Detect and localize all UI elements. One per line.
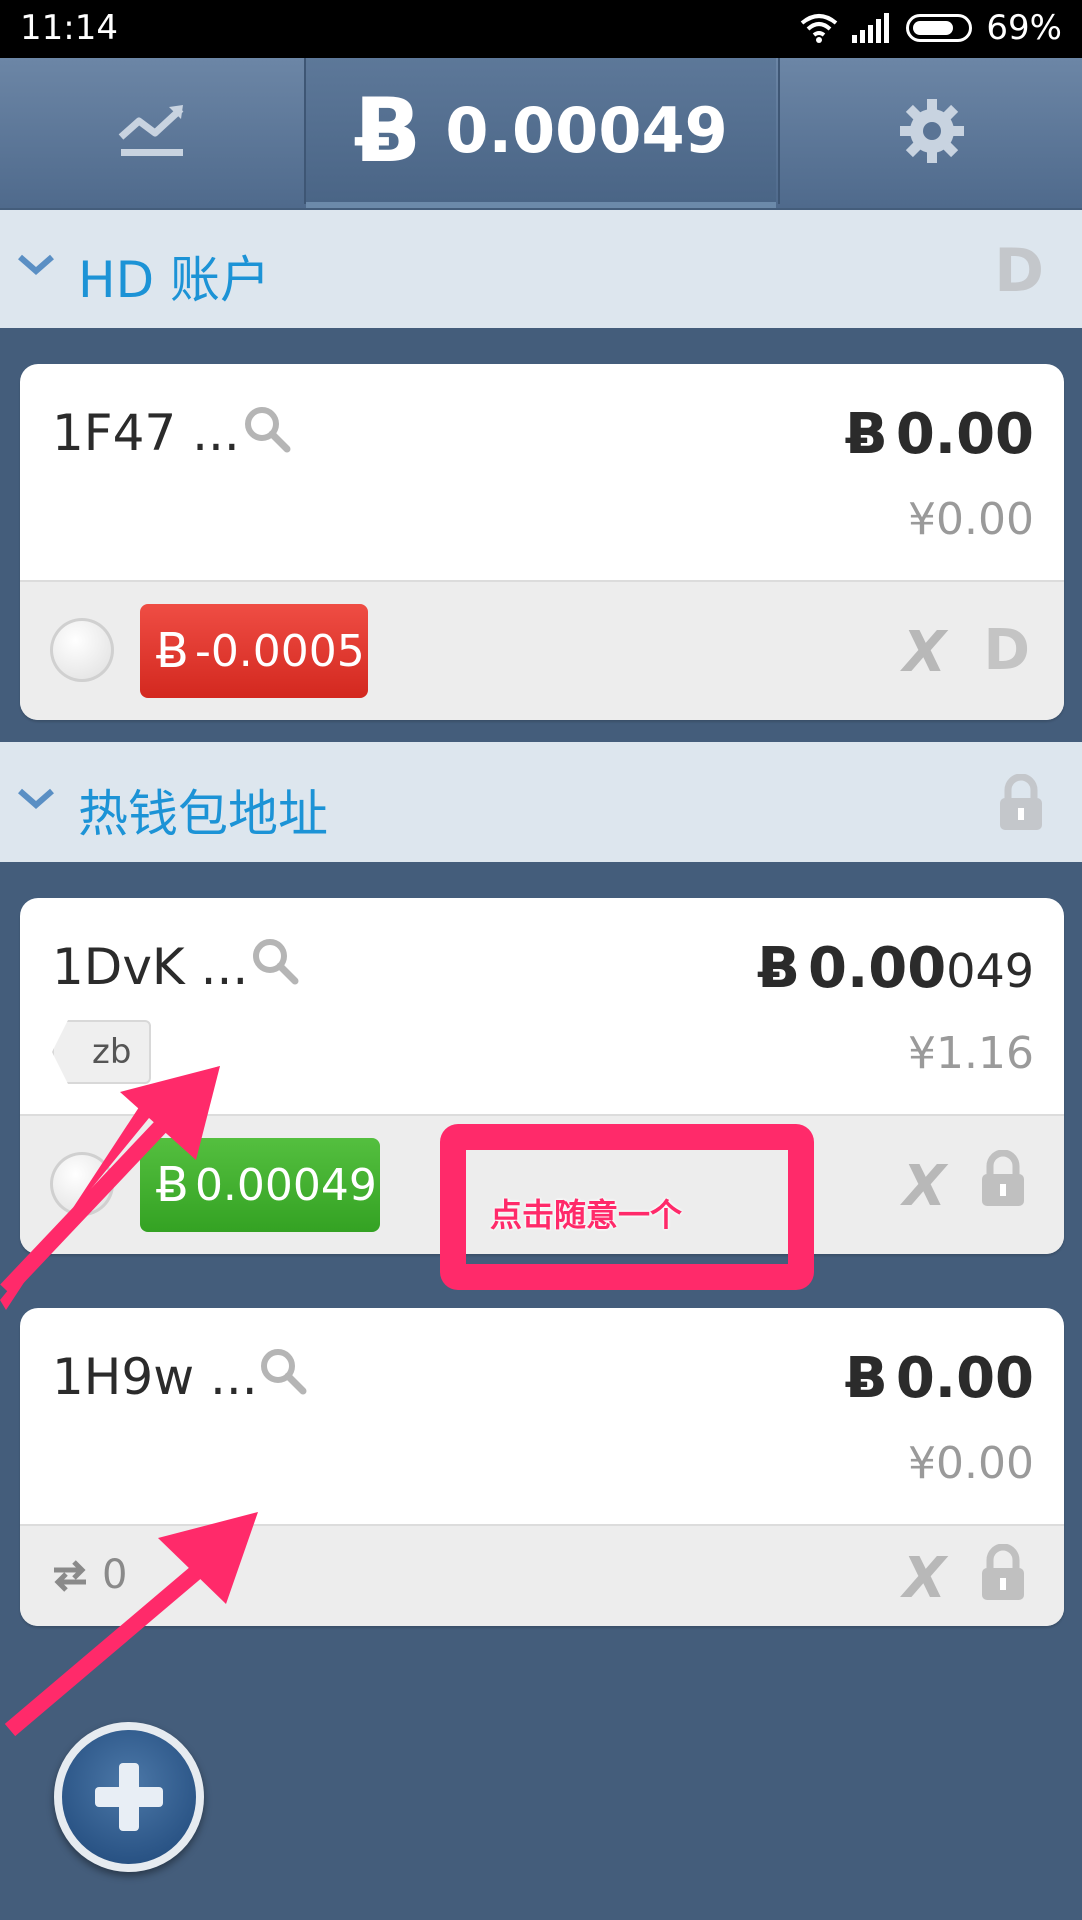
annotation-text: 点击随意一个 xyxy=(490,1196,683,1234)
annotation-arrows xyxy=(0,1066,258,1737)
